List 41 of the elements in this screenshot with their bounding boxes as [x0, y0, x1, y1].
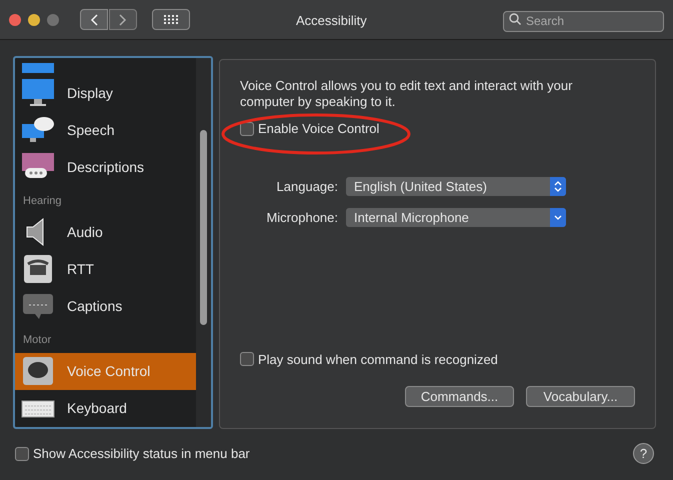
close-icon[interactable] [9, 14, 21, 26]
checkbox-label: Show Accessibility status in menu bar [33, 444, 250, 463]
sidebar-section-header: Hearing [22, 194, 63, 210]
caption-bubble-icon [21, 291, 55, 322]
chevron-right-icon [119, 14, 127, 26]
field-label: Microphone: [265, 209, 338, 227]
description-text: Voice Control allows you to edit text and interact with your computer by speaking to it. [240, 78, 574, 110]
search-icon [509, 13, 521, 25]
sidebar-item[interactable]: Descriptions [15, 148, 196, 186]
push-button[interactable]: Vocabulary... [526, 386, 635, 407]
checkbox[interactable] [15, 446, 29, 460]
monitor-icon [21, 78, 55, 108]
up-down-arrows-icon [550, 176, 566, 196]
help-button[interactable]: ? [633, 443, 654, 464]
grid-button[interactable] [152, 9, 190, 30]
telephone-icon [21, 254, 55, 284]
sidebar-item[interactable]: RTT [15, 250, 196, 288]
forward-button[interactable] [109, 9, 137, 30]
checkbox[interactable] [240, 352, 254, 366]
sidebar-item[interactable]: Keyboard [15, 390, 196, 427]
dropdown[interactable]: Internal Microphone [346, 208, 566, 228]
sidebar-item[interactable]: Audio [15, 214, 196, 251]
grid-icon [164, 15, 178, 24]
chevron-left-icon [90, 14, 98, 26]
sidebar-item[interactable]: Captions [15, 288, 196, 325]
minimize-icon[interactable] [28, 14, 40, 26]
push-button[interactable]: Commands... [405, 386, 514, 407]
checkbox-label: Enable Voice Control [258, 120, 380, 138]
sidebar-section-header: Motor [22, 333, 52, 348]
search-field[interactable]: Search [503, 10, 664, 32]
window-title: Accessibility [296, 12, 367, 30]
zoom-icon[interactable] [47, 14, 59, 26]
checkbox-label: Play sound when command is recognized [258, 350, 498, 369]
chevron-down-icon [550, 208, 566, 228]
back-button[interactable] [80, 9, 108, 30]
sidebar-item[interactable]: Speech [15, 112, 196, 149]
sidebar-item[interactable]: Display [15, 74, 196, 112]
speech-bubble-icon [21, 356, 55, 386]
scrollbar-thumb[interactable] [200, 130, 207, 325]
field-label: Language: [276, 178, 338, 196]
popup-menu[interactable]: English (United States) [346, 176, 566, 196]
